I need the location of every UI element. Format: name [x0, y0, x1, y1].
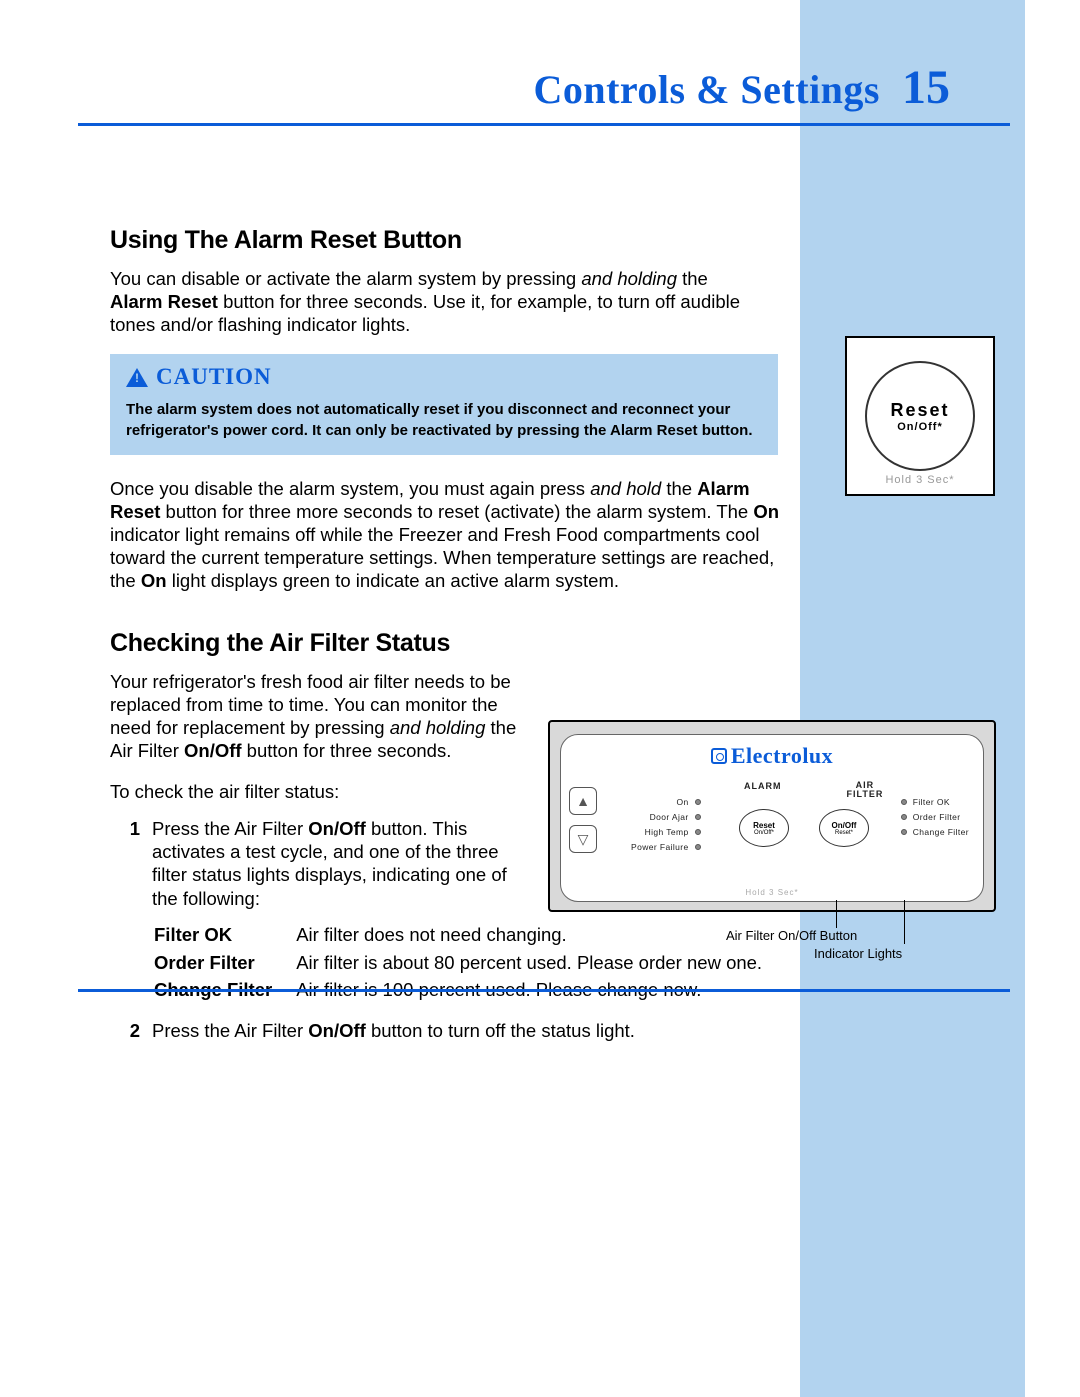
- control-panel-face: Electrolux ▲ ▽ ALARM AIRFILTER On: [560, 734, 984, 902]
- step-number: 1: [110, 817, 152, 910]
- indicator-label: Door Ajar: [650, 812, 689, 822]
- main-body: Reset On/Off* Hold 3 Sec* Using The Alar…: [0, 126, 1080, 1042]
- indicator-label: Order Filter: [913, 812, 961, 822]
- caution-triangle-icon: [126, 368, 148, 387]
- indicator-row: On: [631, 797, 701, 807]
- reset-button-icon: Reset On/Off*: [865, 361, 975, 471]
- caution-body: The alarm system does not automatically …: [126, 400, 762, 441]
- text: Reset: [753, 821, 775, 830]
- alarm-reset-followup: Once you disable the alarm system, you m…: [110, 477, 780, 593]
- brand-text: Electrolux: [731, 743, 833, 768]
- indicator-dot-icon: [695, 799, 701, 805]
- control-panel-frame: Electrolux ▲ ▽ ALARM AIRFILTER On: [548, 720, 996, 912]
- text: light displays green to indicate an acti…: [167, 570, 619, 591]
- text: On/Off: [832, 821, 857, 830]
- panel-hold-text: Hold 3 Sec*: [569, 888, 975, 897]
- footer-rule: [78, 989, 1010, 992]
- text-bold: Alarm Reset: [110, 291, 218, 312]
- status-key: Order Filter: [154, 950, 294, 976]
- text: Press the Air Filter: [152, 818, 308, 839]
- callout-line: [836, 900, 837, 928]
- indicator-dot-icon: [901, 829, 907, 835]
- reset-hold-text: Hold 3 Sec*: [847, 474, 993, 486]
- temp-up-icon: ▲: [569, 787, 597, 815]
- alarm-indicator-list: On Door Ajar High Temp Power Failure: [631, 797, 701, 857]
- indicator-row: Door Ajar: [631, 812, 701, 822]
- text-bold: On: [753, 501, 779, 522]
- text-italic: and holding: [581, 268, 677, 289]
- steps-list-2: 2 Press the Air Filter On/Off button to …: [110, 1019, 1080, 1042]
- air-filter-intro: Your refrigerator's fresh food air filte…: [110, 670, 540, 763]
- text: FILTER: [847, 789, 884, 799]
- status-key: Filter OK: [154, 922, 294, 948]
- indicator-label: Change Filter: [913, 827, 969, 837]
- air-filter-check-lead: To check the air filter status:: [110, 780, 540, 803]
- indicator-dot-icon: [695, 844, 701, 850]
- text: button for three more seconds to reset (…: [160, 501, 753, 522]
- panel-reset-button-icon: Reset On/Off*: [739, 809, 789, 847]
- caution-label: CAUTION: [156, 364, 272, 390]
- indicator-row: Filter OK: [901, 797, 969, 807]
- text-bold: On: [141, 570, 167, 591]
- indicator-dot-icon: [901, 799, 907, 805]
- reset-label: Reset: [890, 400, 949, 421]
- indicator-row: Power Failure: [631, 842, 701, 852]
- text: Once you disable the alarm system, you m…: [110, 478, 590, 499]
- control-panel-figure: Electrolux ▲ ▽ ALARM AIRFILTER On: [548, 720, 996, 968]
- text: button to turn off the status light.: [366, 1020, 635, 1041]
- temp-down-icon: ▽: [569, 825, 597, 853]
- reset-button-figure: Reset On/Off* Hold 3 Sec*: [845, 336, 995, 496]
- section-heading-air-filter: Checking the Air Filter Status: [110, 629, 1080, 658]
- step-text: Press the Air Filter On/Off button to tu…: [152, 1019, 1080, 1042]
- text: button for three seconds.: [242, 740, 452, 761]
- text: You can disable or activate the alarm sy…: [110, 268, 581, 289]
- air-filter-col-label: AIRFILTER: [847, 781, 884, 799]
- panel-callouts: Air Filter On/Off Button Indicator Light…: [548, 918, 996, 968]
- text-bold: On/Off: [308, 818, 366, 839]
- text: the: [677, 268, 708, 289]
- filter-indicator-list: Filter OK Order Filter Change Filter: [901, 797, 969, 842]
- indicator-dot-icon: [695, 829, 701, 835]
- text: Reset*: [835, 830, 853, 836]
- reset-sublabel: On/Off*: [897, 421, 943, 433]
- text: On/Off*: [754, 830, 774, 836]
- text: the: [661, 478, 697, 499]
- page-title: Controls & Settings: [533, 66, 880, 113]
- alarm-col-label: ALARM: [744, 781, 782, 799]
- indicator-label: Power Failure: [631, 842, 689, 852]
- caution-box: CAUTION The alarm system does not automa…: [110, 354, 778, 455]
- page-content: Controls & Settings 15 Reset On/Off* Hol…: [0, 0, 1080, 1052]
- page-header: Controls & Settings 15: [78, 60, 1010, 126]
- indicator-row: High Temp: [631, 827, 701, 837]
- step-text: Press the Air Filter On/Off button. This…: [152, 817, 530, 910]
- indicator-dot-icon: [901, 814, 907, 820]
- text-italic: and hold: [590, 478, 661, 499]
- panel-onoff-button-icon: On/Off Reset*: [819, 809, 869, 847]
- callout-onoff-button: Air Filter On/Off Button: [726, 928, 857, 943]
- panel-grid: ▲ ▽ ALARM AIRFILTER On Door Ajar High Te…: [569, 781, 975, 897]
- indicator-label: Filter OK: [913, 797, 950, 807]
- electrolux-logo-icon: [711, 748, 727, 764]
- page-number: 15: [902, 60, 950, 115]
- indicator-row: Change Filter: [901, 827, 969, 837]
- panel-column-labels: ALARM AIRFILTER: [744, 781, 883, 799]
- text-bold: On/Off: [308, 1020, 366, 1041]
- indicator-label: On: [677, 797, 689, 807]
- indicator-label: High Temp: [645, 827, 689, 837]
- callout-line: [904, 900, 905, 944]
- section-heading-alarm-reset: Using The Alarm Reset Button: [110, 226, 1080, 255]
- text: Press the Air Filter: [152, 1020, 308, 1041]
- step-item: 2 Press the Air Filter On/Off button to …: [110, 1019, 1080, 1042]
- text-italic: and holding: [390, 717, 486, 738]
- arrow-buttons: ▲ ▽: [569, 787, 597, 853]
- indicator-row: Order Filter: [901, 812, 969, 822]
- text-bold: On/Off: [184, 740, 242, 761]
- caution-header: CAUTION: [126, 364, 762, 390]
- step-number: 2: [110, 1019, 152, 1042]
- callout-indicator-lights: Indicator Lights: [814, 946, 902, 961]
- brand-label: Electrolux: [569, 743, 975, 769]
- indicator-dot-icon: [695, 814, 701, 820]
- alarm-reset-intro: You can disable or activate the alarm sy…: [110, 267, 750, 336]
